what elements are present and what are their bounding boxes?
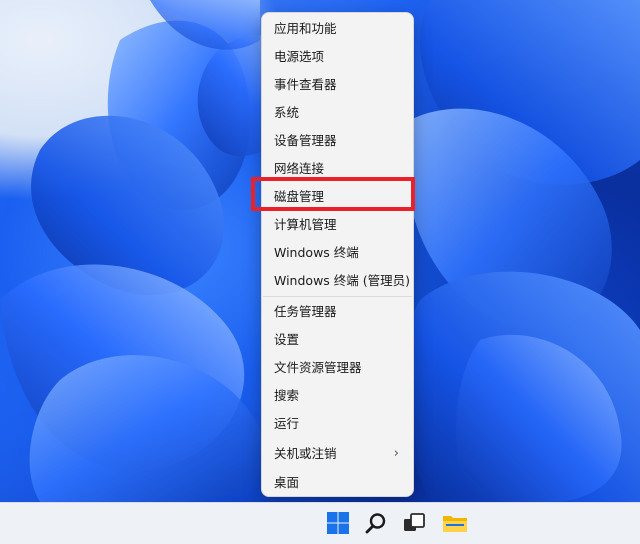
- menu-item-label: 网络连接: [274, 161, 325, 176]
- menu-separator: [263, 296, 412, 297]
- menu-item-settings[interactable]: 设置: [262, 326, 413, 353]
- winx-context-menu: 应用和功能 电源选项 事件查看器 系统 设备管理器 网络连接 磁盘管理 计算机管…: [261, 12, 414, 497]
- menu-item-label: 关机或注销: [274, 446, 337, 461]
- menu-item-desktop[interactable]: 桌面: [262, 469, 413, 496]
- menu-item-system[interactable]: 系统: [262, 99, 413, 126]
- menu-item-event-viewer[interactable]: 事件查看器: [262, 71, 413, 98]
- file-explorer-icon[interactable]: [442, 511, 468, 535]
- highlight-box-disk-management: [251, 177, 415, 211]
- menu-item-apps-features[interactable]: 应用和功能: [262, 15, 413, 42]
- menu-item-label: 计算机管理: [274, 217, 337, 232]
- menu-item-search[interactable]: 搜索: [262, 382, 413, 409]
- windows-start-icon[interactable]: [326, 511, 350, 535]
- menu-item-label: 电源选项: [274, 49, 325, 64]
- menu-item-label: 设置: [274, 332, 300, 347]
- menu-item-computer-management[interactable]: 计算机管理: [262, 211, 413, 238]
- menu-item-run[interactable]: 运行: [262, 410, 413, 437]
- menu-item-label: 搜索: [274, 388, 300, 403]
- chevron-right-icon: ›: [393, 446, 399, 461]
- taskbar: [0, 502, 640, 544]
- menu-item-file-explorer[interactable]: 文件资源管理器: [262, 354, 413, 381]
- menu-item-task-manager[interactable]: 任务管理器: [262, 298, 413, 325]
- menu-item-shutdown-signout[interactable]: 关机或注销 ›: [262, 440, 413, 467]
- menu-item-device-manager[interactable]: 设备管理器: [262, 127, 413, 154]
- menu-item-label: 事件查看器: [274, 77, 337, 92]
- menu-item-label: 桌面: [274, 475, 300, 490]
- menu-item-windows-terminal-admin[interactable]: Windows 终端 (管理员): [262, 267, 413, 294]
- task-view-icon[interactable]: [402, 511, 426, 535]
- menu-item-label: 设备管理器: [274, 133, 337, 148]
- menu-item-label: 系统: [274, 105, 300, 120]
- menu-item-label: Windows 终端: [274, 245, 359, 260]
- menu-item-power-options[interactable]: 电源选项: [262, 43, 413, 70]
- menu-item-label: 运行: [274, 416, 300, 431]
- menu-item-label: Windows 终端 (管理员): [274, 273, 410, 288]
- search-icon[interactable]: [364, 511, 388, 535]
- menu-item-label: 任务管理器: [274, 304, 337, 319]
- menu-item-label: 文件资源管理器: [274, 360, 362, 375]
- menu-item-windows-terminal[interactable]: Windows 终端: [262, 239, 413, 266]
- menu-item-label: 应用和功能: [274, 21, 337, 36]
